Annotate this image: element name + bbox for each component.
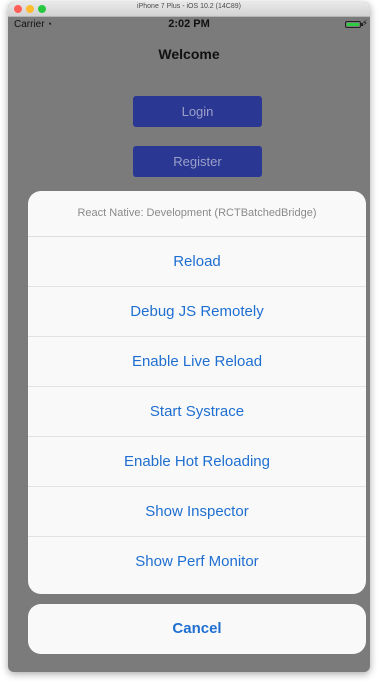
window-title: iPhone 7 Plus - iOS 10.2 (14C89): [137, 3, 241, 10]
simulator-window: iPhone 7 Plus - iOS 10.2 (14C89) Carrier…: [8, 2, 370, 672]
login-button[interactable]: Login: [133, 96, 262, 127]
reload-action[interactable]: Reload: [28, 237, 366, 287]
start-systrace-action[interactable]: Start Systrace: [28, 387, 366, 437]
show-inspector-action[interactable]: Show Inspector: [28, 487, 366, 537]
register-button[interactable]: Register: [133, 146, 262, 177]
window-titlebar: iPhone 7 Plus - iOS 10.2 (14C89): [8, 2, 370, 17]
nav-title: Welcome: [158, 46, 220, 62]
ios-status-bar: Carrier ◔ 2:02 PM ⚡: [8, 17, 370, 33]
enable-hot-reloading-action[interactable]: Enable Hot Reloading: [28, 437, 366, 487]
cancel-sheet: Cancel: [28, 604, 366, 654]
cancel-button[interactable]: Cancel: [28, 604, 366, 654]
debug-js-remotely-action[interactable]: Debug JS Remotely: [28, 287, 366, 337]
charging-icon: ⚡: [361, 18, 368, 28]
status-time: 2:02 PM: [168, 18, 210, 30]
action-sheet-title: React Native: Development (RCTBatchedBri…: [28, 191, 366, 237]
dev-menu-action-sheet: React Native: Development (RCTBatchedBri…: [28, 191, 366, 594]
battery-icon: [345, 21, 363, 28]
show-perf-monitor-action[interactable]: Show Perf Monitor: [28, 537, 366, 587]
enable-live-reload-action[interactable]: Enable Live Reload: [28, 337, 366, 387]
